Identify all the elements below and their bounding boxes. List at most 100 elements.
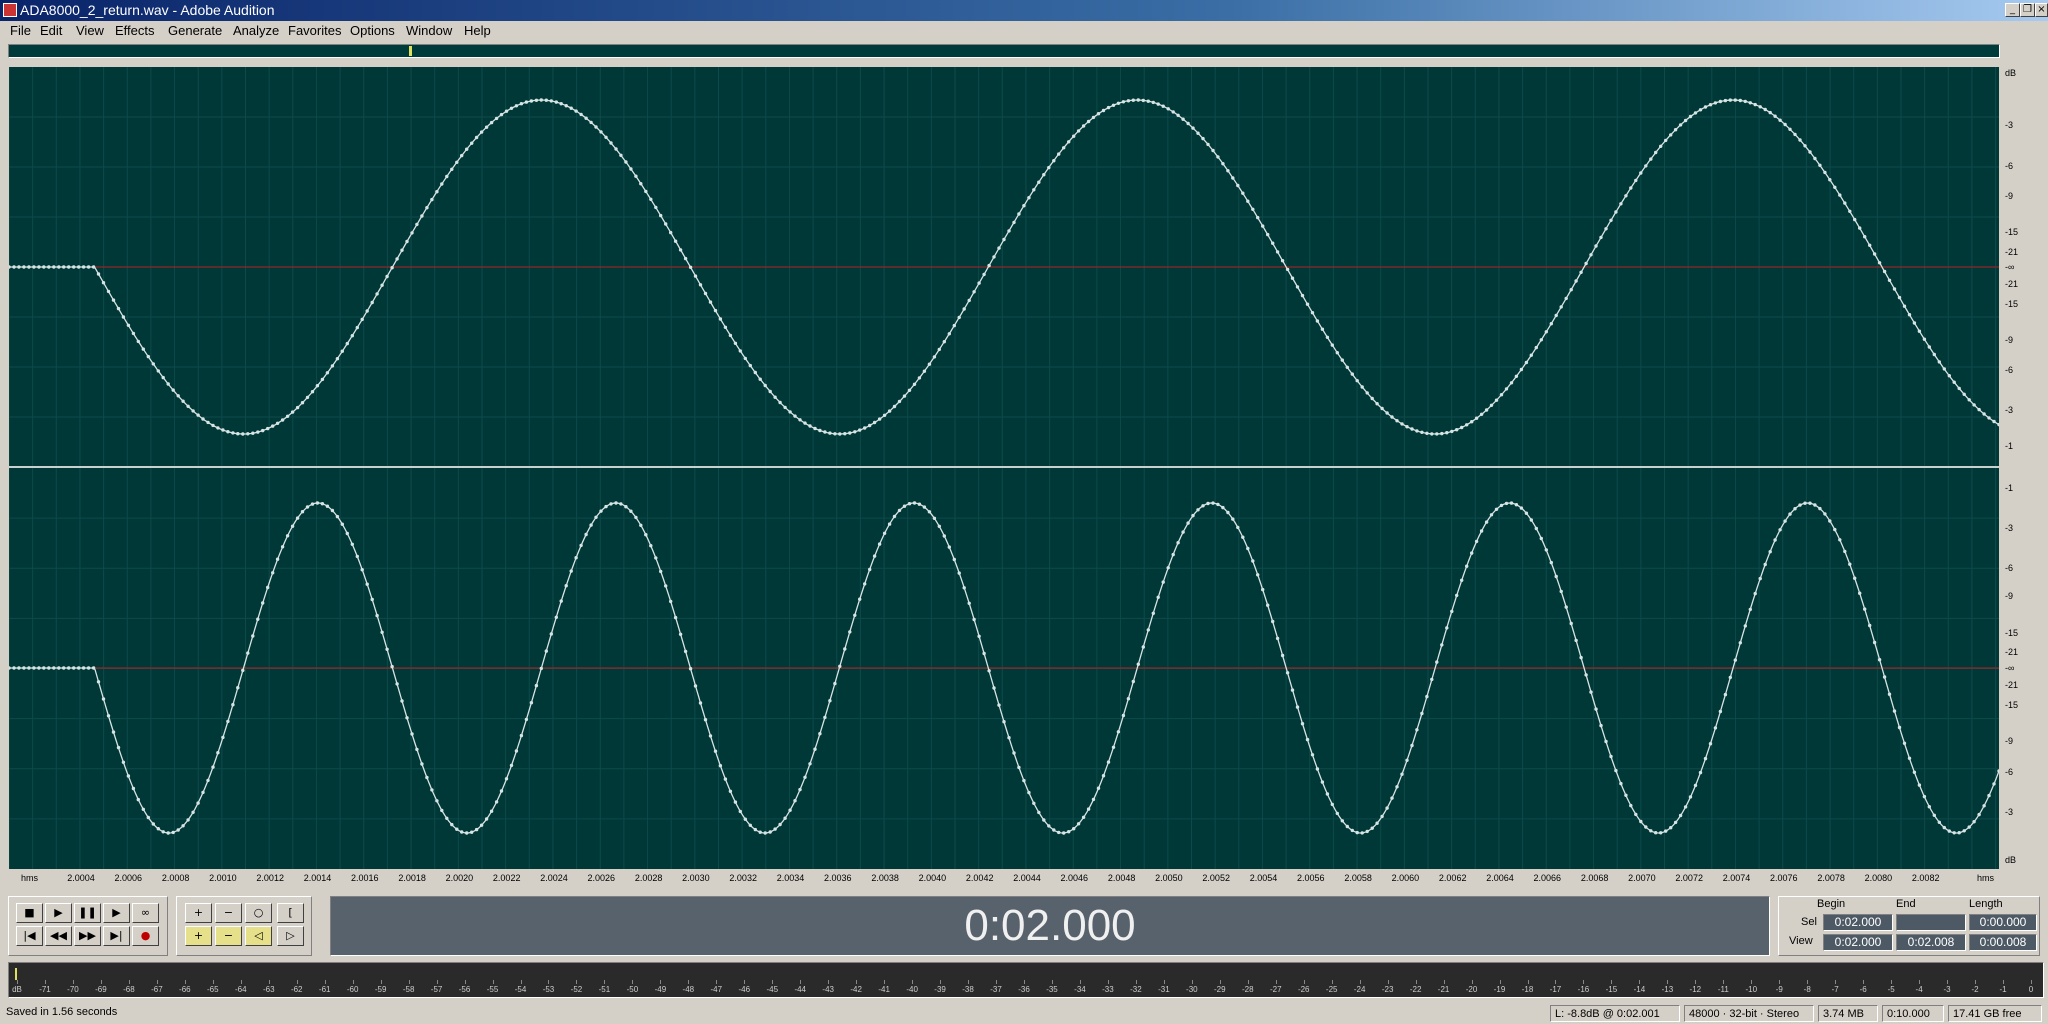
sample-point: [1330, 343, 1335, 347]
waveform-display[interactable]: [9, 67, 1999, 869]
pause-button[interactable]: ❚❚: [74, 903, 101, 923]
sample-point: [897, 508, 902, 513]
rewind-button[interactable]: ◀◀: [45, 926, 72, 946]
sample-point: [1499, 503, 1504, 508]
zoom-out-vertical-button[interactable]: −: [215, 926, 242, 946]
sample-point: [1012, 220, 1016, 225]
view-label: View: [1789, 935, 1813, 947]
sample-point: [1942, 825, 1947, 830]
db-label: -9: [2005, 335, 2014, 345]
menu-help[interactable]: Help: [464, 21, 491, 41]
sample-point: [529, 99, 534, 103]
level-meter-label: -48: [682, 985, 695, 994]
sample-point: [997, 703, 1001, 707]
sample-point: [808, 762, 812, 766]
sample-point: [922, 505, 927, 509]
restore-button[interactable]: ❐: [2020, 3, 2035, 17]
close-button[interactable]: ×: [2035, 3, 2048, 17]
zoom-in-vertical-button[interactable]: +: [185, 926, 212, 946]
level-meter-tick: [632, 980, 634, 984]
menu-edit[interactable]: Edit: [40, 21, 62, 41]
stop-button[interactable]: ■: [16, 903, 43, 923]
sample-point: [1887, 278, 1892, 282]
level-meter-label: -39: [934, 985, 946, 994]
sample-point: [37, 666, 41, 670]
level-meter-label: 0: [2028, 985, 2034, 994]
zoom-out-horizontal-button[interactable]: −: [215, 903, 242, 923]
sample-point: [703, 718, 708, 722]
sample-point: [1609, 754, 1613, 759]
sample-point: [609, 141, 613, 145]
menu-options[interactable]: Options: [350, 21, 395, 41]
sel-begin-field[interactable]: 0:02.000: [1823, 914, 1893, 931]
level-meter-tick: [996, 980, 998, 984]
time-ruler[interactable]: hms 2.0004 2.0006 2.0008 2.0010 2.0012 2.0014…: [9, 869, 1999, 887]
record-button[interactable]: ●: [132, 926, 159, 946]
sample-point: [211, 423, 215, 428]
level-meter-label: -10: [1745, 985, 1758, 994]
sample-point: [1957, 831, 1961, 835]
menu-analyze[interactable]: Analyze: [233, 21, 279, 41]
sample-point: [698, 283, 703, 287]
menu-generate[interactable]: Generate: [168, 21, 222, 41]
sample-point: [1057, 152, 1061, 156]
play-button[interactable]: ▶: [45, 903, 72, 923]
menu-window[interactable]: Window: [406, 21, 452, 41]
level-meter-tick: [492, 980, 494, 984]
sample-point: [708, 734, 713, 738]
sel-end-field[interactable]: [1896, 914, 1966, 931]
sample-point: [843, 432, 847, 436]
zoom-in-horizontal-button[interactable]: +: [185, 903, 212, 923]
sample-point: [962, 586, 966, 590]
sample-point: [96, 272, 101, 276]
sample-point: [519, 102, 524, 106]
sample-point: [1310, 311, 1315, 315]
go-to-start-button[interactable]: |◀: [16, 926, 43, 946]
view-length-field[interactable]: 0:00.008: [1969, 934, 2037, 951]
zoom-selection-button[interactable]: [: [277, 903, 304, 923]
view-end-field[interactable]: 0:02.008: [1896, 934, 1966, 951]
level-meter-tick: [1947, 980, 1949, 984]
sample-point: [539, 98, 543, 102]
sample-point: [604, 504, 608, 509]
sample-point: [1554, 574, 1558, 579]
sample-point: [912, 501, 917, 505]
sample-point: [1599, 723, 1603, 728]
overview-position-marker[interactable]: [409, 46, 412, 56]
sample-point: [1833, 527, 1837, 532]
level-meter-label: -59: [374, 985, 387, 994]
sample-point: [872, 420, 877, 425]
menu-file[interactable]: File: [10, 21, 31, 41]
sel-length-field[interactable]: 0:00.000: [1969, 914, 2037, 931]
view-begin-field[interactable]: 0:02.000: [1823, 934, 1893, 951]
sample-point: [1738, 98, 1743, 103]
sample-point: [1853, 217, 1857, 222]
zoom-full-button[interactable]: ○: [245, 903, 272, 923]
zoom-right-button[interactable]: ▷: [277, 926, 304, 946]
db-label: dB: [2005, 855, 2017, 865]
fast-forward-button[interactable]: ▶▶: [74, 926, 101, 946]
sample-point: [1644, 825, 1648, 829]
play-to-end-button[interactable]: ▶: [103, 903, 130, 923]
sample-point: [858, 597, 862, 601]
menu-favorites[interactable]: Favorites: [288, 21, 341, 41]
level-meter-label: -20: [1465, 985, 1478, 994]
menu-effects[interactable]: Effects: [115, 21, 155, 41]
sample-point: [1166, 107, 1170, 111]
sample-point: [952, 557, 956, 562]
sample-point: [1141, 645, 1146, 649]
sample-point: [221, 428, 225, 432]
level-meter-tick: [1051, 980, 1053, 984]
time-tick-label: 2.0042: [965, 873, 994, 883]
level-meter-tick: [1024, 980, 1025, 984]
menu-view[interactable]: View: [76, 21, 104, 41]
loop-button[interactable]: ∞: [132, 903, 159, 923]
overview-bar[interactable]: [8, 44, 2000, 58]
sample-point: [902, 504, 907, 508]
zoom-left-button[interactable]: ◁: [245, 926, 272, 946]
go-to-end-button[interactable]: ▶|: [103, 926, 130, 946]
minimize-button[interactable]: _: [2005, 3, 2020, 17]
sample-point: [290, 524, 295, 528]
level-meter-label: -67: [151, 985, 163, 994]
sample-point: [136, 339, 140, 344]
